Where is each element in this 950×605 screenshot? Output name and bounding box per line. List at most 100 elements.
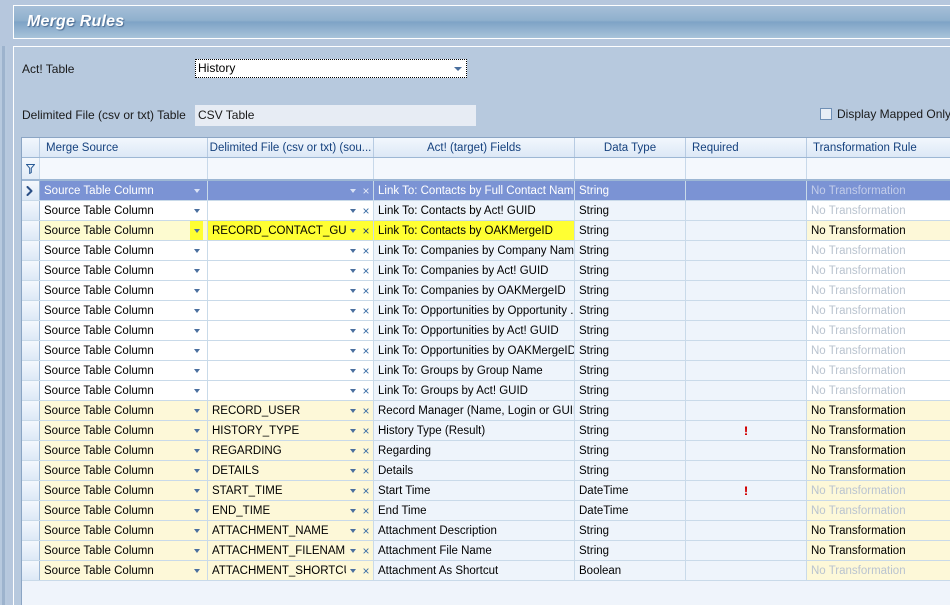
chevron-down-icon[interactable]	[346, 401, 359, 420]
row-indicator[interactable]	[22, 361, 40, 380]
delimited-file-cell[interactable]: ×	[208, 321, 374, 340]
clear-mapping-icon[interactable]: ×	[359, 425, 373, 437]
clear-mapping-icon[interactable]: ×	[359, 285, 373, 297]
transformation-rule-cell[interactable]: No Transformation	[807, 181, 950, 200]
clear-mapping-icon[interactable]: ×	[359, 305, 373, 317]
table-row[interactable]: Source Table Column ATTACHMENT_SHORTCUT × A…	[22, 561, 950, 581]
row-indicator-current[interactable]	[22, 181, 40, 200]
merge-source-cell[interactable]: Source Table Column	[40, 181, 208, 200]
data-type-cell[interactable]: Boolean	[575, 561, 686, 580]
delimited-file-cell[interactable]: ×	[208, 281, 374, 300]
required-cell[interactable]	[686, 561, 807, 580]
merge-source-cell[interactable]: Source Table Column	[40, 521, 208, 540]
clear-mapping-icon[interactable]: ×	[359, 465, 373, 477]
row-indicator[interactable]	[22, 381, 40, 400]
row-indicator[interactable]	[22, 461, 40, 480]
chevron-down-icon[interactable]	[346, 441, 359, 460]
transformation-rule-cell[interactable]: No Transformation	[807, 221, 950, 240]
chevron-down-icon[interactable]	[346, 561, 359, 580]
data-type-cell[interactable]: String	[575, 261, 686, 280]
act-target-field-cell[interactable]: Link To: Companies by OAKMergeID	[374, 281, 575, 300]
data-type-cell[interactable]: String	[575, 461, 686, 480]
required-cell[interactable]	[686, 221, 807, 240]
clear-mapping-icon[interactable]: ×	[359, 505, 373, 517]
act-target-field-cell[interactable]: Link To: Companies by Company Name	[374, 241, 575, 260]
data-type-cell[interactable]: String	[575, 221, 686, 240]
table-row[interactable]: Source Table Column RECORD_CONTACT_GUID × L…	[22, 221, 950, 241]
data-type-cell[interactable]: String	[575, 441, 686, 460]
table-row[interactable]: Source Table Column REGARDING × Regarding St…	[22, 441, 950, 461]
table-row[interactable]: Source Table Column RECORD_USER × Record Ma…	[22, 401, 950, 421]
chevron-down-icon[interactable]	[190, 461, 203, 480]
table-row[interactable]: Source Table Column × Link To: Opportuniti…	[22, 301, 950, 321]
chevron-down-icon[interactable]	[346, 341, 359, 360]
data-type-cell[interactable]: String	[575, 401, 686, 420]
chevron-down-icon[interactable]	[346, 181, 359, 200]
merge-rules-grid[interactable]: Merge Source Delimited File (csv or txt)…	[21, 137, 950, 605]
chevron-down-icon[interactable]	[190, 261, 203, 280]
merge-source-cell[interactable]: Source Table Column	[40, 561, 208, 580]
chevron-down-icon[interactable]	[190, 561, 203, 580]
chevron-down-icon[interactable]	[346, 461, 359, 480]
row-indicator[interactable]	[22, 301, 40, 320]
transformation-rule-cell[interactable]: No Transformation	[807, 281, 950, 300]
table-row[interactable]: Source Table Column DETAILS × Details String…	[22, 461, 950, 481]
transformation-rule-cell[interactable]: No Transformation	[807, 241, 950, 260]
required-cell[interactable]	[686, 461, 807, 480]
required-cell[interactable]	[686, 401, 807, 420]
chevron-down-icon[interactable]	[190, 281, 203, 300]
row-indicator[interactable]	[22, 421, 40, 440]
merge-source-cell[interactable]: Source Table Column	[40, 201, 208, 220]
required-cell[interactable]	[686, 181, 807, 200]
delimited-file-cell[interactable]: ×	[208, 201, 374, 220]
chevron-down-icon[interactable]	[190, 221, 203, 240]
merge-source-cell[interactable]: Source Table Column	[40, 381, 208, 400]
row-indicator[interactable]	[22, 561, 40, 580]
chevron-down-icon[interactable]	[190, 421, 203, 440]
chevron-down-icon[interactable]	[190, 441, 203, 460]
clear-mapping-icon[interactable]: ×	[359, 205, 373, 217]
act-target-field-cell[interactable]: Link To: Opportunities by Opportunity ..…	[374, 301, 575, 320]
chevron-down-icon[interactable]	[190, 201, 203, 220]
data-type-cell[interactable]: String	[575, 241, 686, 260]
table-row[interactable]: Source Table Column × Link To: Groups by A…	[22, 381, 950, 401]
table-row[interactable]: Source Table Column START_TIME × Start Time…	[22, 481, 950, 501]
table-row[interactable]: Source Table Column HISTORY_TYPE × History …	[22, 421, 950, 441]
delimited-file-cell[interactable]: ×	[208, 181, 374, 200]
header-transformation-rule[interactable]: Transformation Rule	[807, 138, 950, 157]
chevron-down-icon[interactable]	[346, 201, 359, 220]
row-indicator[interactable]	[22, 441, 40, 460]
chevron-down-icon[interactable]	[346, 241, 359, 260]
transformation-rule-cell[interactable]: No Transformation	[807, 421, 950, 440]
delimited-file-cell[interactable]: ×	[208, 261, 374, 280]
table-row[interactable]: Source Table Column ATTACHMENT_FILENAME × A…	[22, 541, 950, 561]
data-type-cell[interactable]: String	[575, 301, 686, 320]
chevron-down-icon[interactable]	[346, 421, 359, 440]
checkbox-icon[interactable]	[820, 108, 832, 120]
chevron-down-icon[interactable]	[346, 481, 359, 500]
data-type-cell[interactable]: DateTime	[575, 501, 686, 520]
merge-source-cell[interactable]: Source Table Column	[40, 341, 208, 360]
row-indicator[interactable]	[22, 501, 40, 520]
transformation-rule-cell[interactable]: No Transformation	[807, 481, 950, 500]
transformation-rule-cell[interactable]: No Transformation	[807, 301, 950, 320]
required-cell[interactable]	[686, 501, 807, 520]
transformation-rule-cell[interactable]: No Transformation	[807, 201, 950, 220]
row-indicator[interactable]	[22, 341, 40, 360]
clear-mapping-icon[interactable]: ×	[359, 265, 373, 277]
chevron-down-icon[interactable]	[190, 181, 203, 200]
filter-data-type[interactable]	[575, 158, 686, 179]
delimited-file-cell[interactable]: ×	[208, 341, 374, 360]
chevron-down-icon[interactable]	[190, 321, 203, 340]
act-target-field-cell[interactable]: Attachment Description	[374, 521, 575, 540]
data-type-cell[interactable]: String	[575, 521, 686, 540]
table-row[interactable]: Source Table Column END_TIME × End Time Date…	[22, 501, 950, 521]
required-cell[interactable]	[686, 541, 807, 560]
data-type-cell[interactable]: String	[575, 341, 686, 360]
delimited-file-cell[interactable]: DETAILS ×	[208, 461, 374, 480]
chevron-down-icon[interactable]	[346, 221, 359, 240]
chevron-down-icon[interactable]	[346, 521, 359, 540]
merge-source-cell[interactable]: Source Table Column	[40, 501, 208, 520]
merge-source-cell[interactable]: Source Table Column	[40, 421, 208, 440]
delimited-file-cell[interactable]: REGARDING ×	[208, 441, 374, 460]
